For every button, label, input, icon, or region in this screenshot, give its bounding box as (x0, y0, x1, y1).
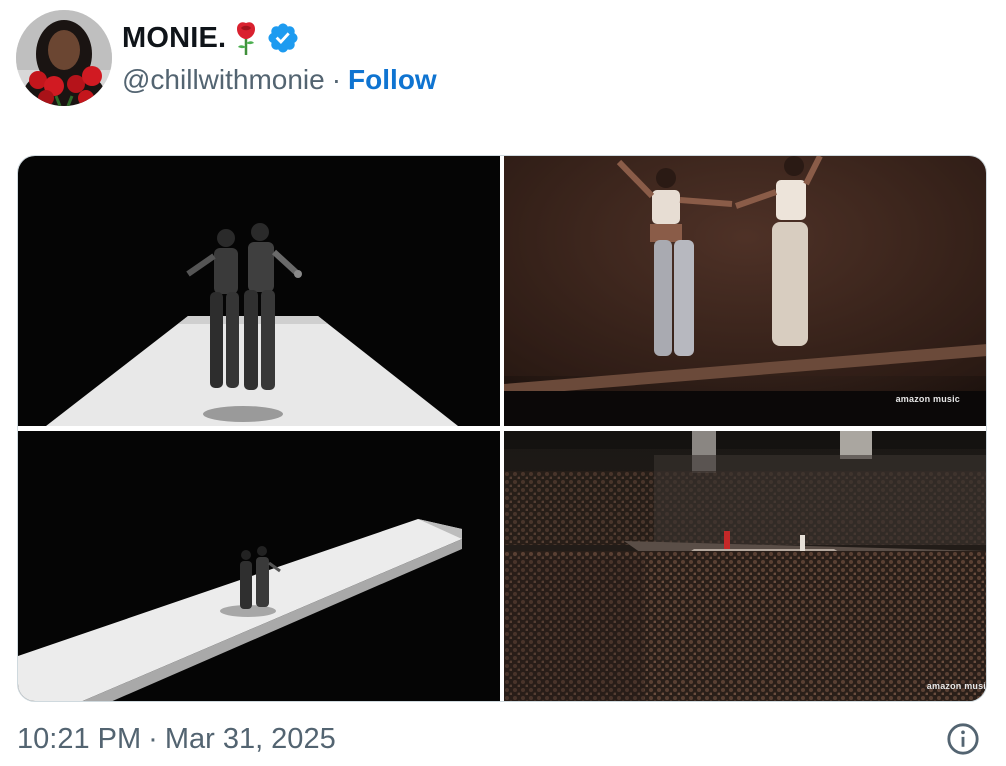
photo-dancers-long-runway (18, 431, 500, 701)
media-photo-3[interactable] (18, 431, 500, 701)
info-circle-icon[interactable] (946, 722, 980, 756)
media-photo-1[interactable] (18, 156, 500, 426)
tweet-date: Mar 31, 2025 (164, 722, 336, 755)
media-grid: amazon music amazon musi (17, 155, 987, 702)
photo-arena-crowd (504, 431, 986, 701)
verified-badge-icon[interactable] (266, 21, 300, 55)
author-handle-row: @chillwithmonie · Follow (122, 60, 437, 100)
photo-dancers-runway (18, 156, 500, 426)
media-4-watermark: amazon musi (926, 681, 986, 691)
media-photo-2[interactable]: amazon music (504, 156, 986, 426)
avatar-image (16, 10, 112, 106)
media-2-watermark: amazon music (895, 394, 960, 404)
media-photo-4[interactable]: amazon musi (504, 431, 986, 701)
timestamp-separator: · (148, 722, 158, 755)
author-handle[interactable]: @chillwithmonie (122, 64, 325, 96)
author-display-name[interactable]: MONIE. (122, 22, 226, 55)
tweet-timestamp[interactable]: 10:21 PM · Mar 31, 2025 (17, 718, 336, 760)
avatar[interactable] (16, 10, 112, 106)
follow-button[interactable]: Follow (348, 64, 437, 96)
tweet-time: 10:21 PM (17, 722, 142, 755)
handle-separator: · (331, 64, 342, 95)
author-name-row[interactable]: MONIE. (122, 18, 300, 58)
rose-emoji-icon (234, 21, 258, 55)
photo-stage-performers (504, 156, 986, 426)
